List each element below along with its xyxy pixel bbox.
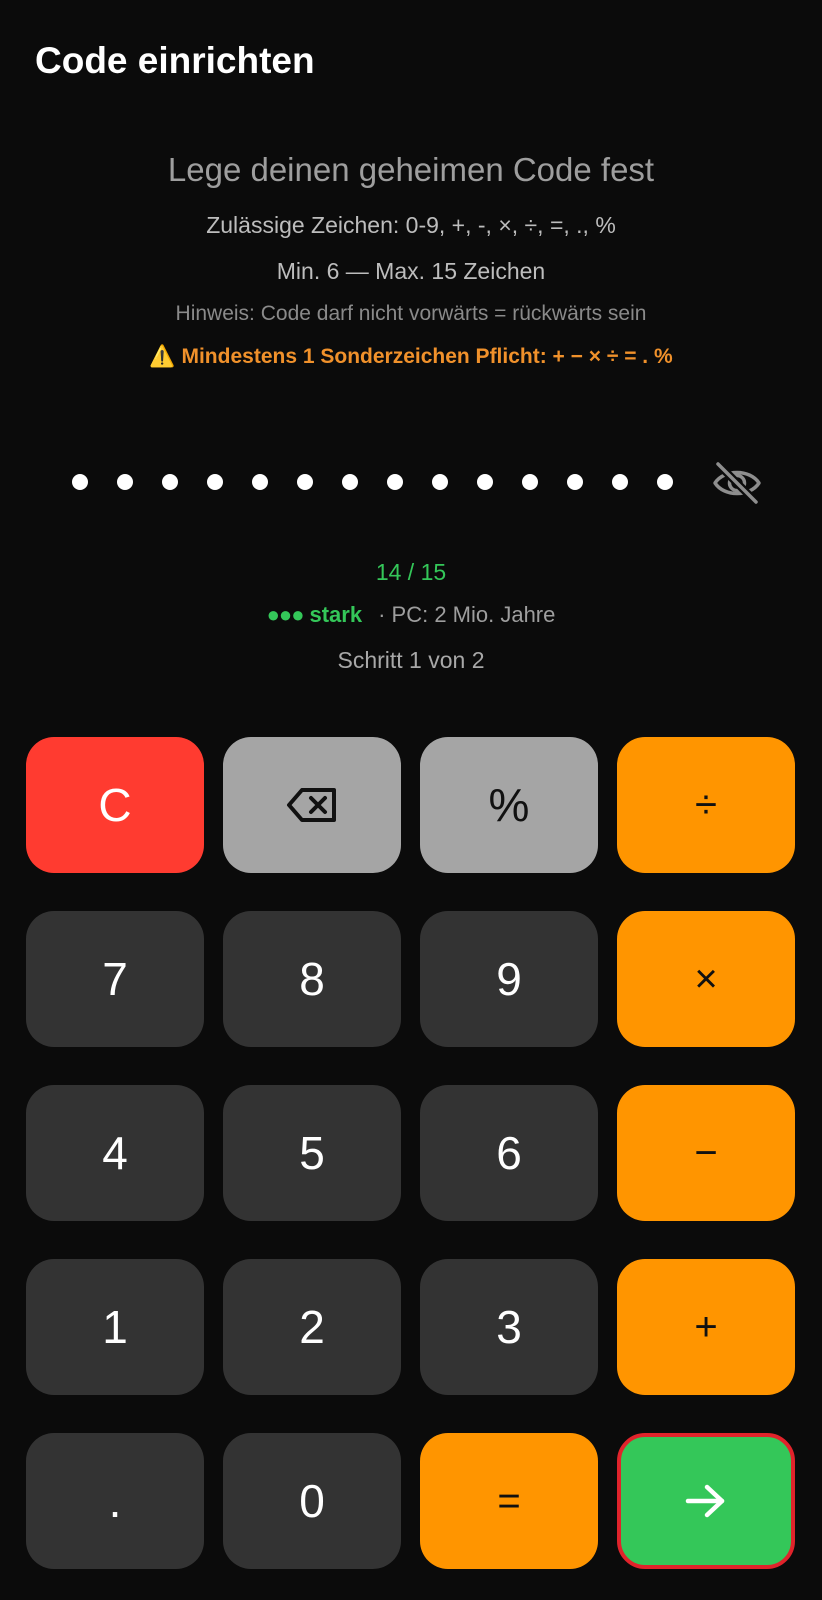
backspace-icon xyxy=(287,788,336,822)
strength-indicator: ●●● stark · PC: 2 Mio. Jahre xyxy=(0,598,822,632)
digit-0-button[interactable]: 0 xyxy=(223,1433,401,1569)
code-dot xyxy=(477,474,493,490)
digit-9-button[interactable]: 9 xyxy=(420,911,598,1047)
setup-code-screen: Code einrichten Lege deinen geheimen Cod… xyxy=(0,0,822,1600)
digit-2-button[interactable]: 2 xyxy=(223,1259,401,1395)
percent-button[interactable]: % xyxy=(420,737,598,873)
digit-8-button[interactable]: 8 xyxy=(223,911,401,1047)
palindrome-hint-text: Hinweis: Code darf nicht vorwärts = rück… xyxy=(175,302,647,325)
minus-button[interactable]: − xyxy=(617,1085,795,1221)
digit-3-button[interactable]: 3 xyxy=(420,1259,598,1395)
digit-6-button[interactable]: 6 xyxy=(420,1085,598,1221)
keypad: C % ÷ 7 8 9 × 4 5 6 − 1 2 3 + . 0 = xyxy=(26,737,796,1569)
code-dots xyxy=(72,462,702,502)
instruction-subtitle: Lege deinen geheimen Code fest xyxy=(167,151,655,188)
eye-off-icon[interactable] xyxy=(712,460,762,506)
code-length-counter: 14 / 15 xyxy=(375,559,447,585)
divide-button[interactable]: ÷ xyxy=(617,737,795,873)
crack-time-estimate: · PC: 2 Mio. Jahre xyxy=(378,602,556,627)
warning-text: Mindestens 1 Sonderzeichen Pflicht: + − … xyxy=(181,345,673,368)
strength-label: stark xyxy=(309,602,363,627)
page-title: Code einrichten xyxy=(35,40,315,81)
code-dot xyxy=(117,474,133,490)
digit-5-button[interactable]: 5 xyxy=(223,1085,401,1221)
clear-button[interactable]: C xyxy=(26,737,204,873)
code-dot xyxy=(612,474,628,490)
code-dot xyxy=(387,474,403,490)
step-indicator: Schritt 1 von 2 xyxy=(337,647,485,673)
strength-dots: ●●● xyxy=(266,602,305,627)
code-dot xyxy=(657,474,673,490)
code-dot xyxy=(567,474,583,490)
code-dot xyxy=(432,474,448,490)
code-dot xyxy=(522,474,538,490)
code-dot xyxy=(252,474,268,490)
digit-4-button[interactable]: 4 xyxy=(26,1085,204,1221)
special-char-warning: ⚠️ Mindestens 1 Sonderzeichen Pflicht: + … xyxy=(0,341,822,373)
code-dot xyxy=(207,474,223,490)
decimal-button[interactable]: . xyxy=(26,1433,204,1569)
plus-button[interactable]: + xyxy=(617,1259,795,1395)
code-dot xyxy=(297,474,313,490)
next-button[interactable] xyxy=(617,1433,795,1569)
arrow-right-icon xyxy=(685,1484,725,1518)
digit-1-button[interactable]: 1 xyxy=(26,1259,204,1395)
code-dot xyxy=(342,474,358,490)
digit-7-button[interactable]: 7 xyxy=(26,911,204,1047)
equals-button[interactable]: = xyxy=(420,1433,598,1569)
backspace-button[interactable] xyxy=(223,737,401,873)
multiply-button[interactable]: × xyxy=(617,911,795,1047)
allowed-chars-text: Zulässige Zeichen: 0-9, +, -, ×, ÷, =, .… xyxy=(206,212,616,238)
length-rule-text: Min. 6 — Max. 15 Zeichen xyxy=(276,258,546,284)
warning-icon: ⚠️ xyxy=(149,345,176,368)
code-dot xyxy=(72,474,88,490)
code-dot xyxy=(162,474,178,490)
